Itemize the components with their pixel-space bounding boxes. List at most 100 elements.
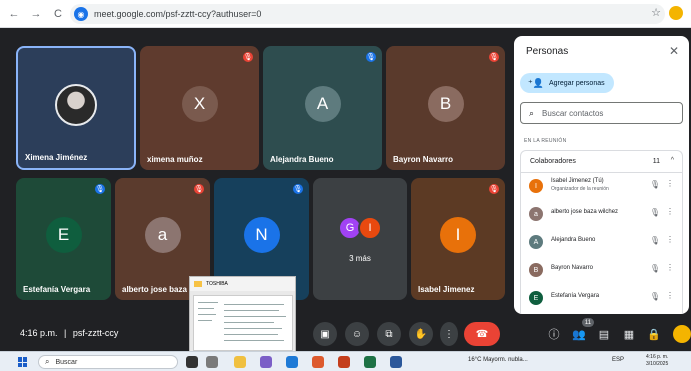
forward-icon[interactable]: → (28, 6, 44, 22)
captions-button[interactable]: ⧉ (377, 322, 401, 346)
tile-ximena-munoz[interactable]: 🎙 X ximena muñoz (140, 46, 259, 170)
group-header[interactable]: Colaboradores 11 ^ (521, 151, 682, 173)
info-icon[interactable]: ⓘ (546, 326, 562, 342)
profile-avatar[interactable] (669, 6, 683, 20)
participant-avatar: a (144, 217, 181, 253)
present-screen-button[interactable]: ▣ (313, 322, 337, 346)
leave-call-button[interactable]: ☎ (464, 322, 500, 346)
address-bar[interactable]: ◉ meet.google.com/psf-zztt-ccy?authuser=… (70, 4, 665, 24)
tile-ximena-jimenez[interactable]: Ximena Jiménez (16, 46, 136, 170)
language-indicator[interactable]: ESP (612, 357, 624, 363)
tile-estefania-vergara[interactable]: 🎙 E Estefanía Vergara (16, 178, 111, 300)
system-clock[interactable]: 4:16 p. m. 3/10/2025 (646, 354, 668, 368)
tile-name: Bayron Navarro (393, 155, 454, 164)
participant-role: Organizador de la reunión (551, 186, 609, 192)
more-options-button[interactable]: ⋮ (440, 322, 458, 346)
list-item[interactable]: B Bayron Navarro 🎙 ⋮ (521, 257, 682, 285)
preview-line (198, 308, 214, 309)
mic-off-icon: 🎙 (489, 52, 499, 62)
more-count: 3 más (349, 254, 371, 263)
mic-off-icon: 🎙 (489, 184, 499, 194)
participant-avatar: I (529, 179, 543, 193)
list-item[interactable]: I Isabel Jimenez (Tú) Organizador de la … (521, 173, 682, 201)
bookmark-star-icon[interactable]: ☆ (651, 6, 661, 19)
list-item[interactable]: a alberto jose baza wilchez 🎙 ⋮ (521, 201, 682, 229)
preview-line (198, 302, 218, 303)
search-icon: ⌕ (45, 357, 50, 366)
taskbar-thumbnail-preview[interactable]: TOSHIBA (189, 276, 296, 354)
group-count: 11 (652, 158, 660, 165)
host-controls-icon[interactable]: 🔒 (646, 326, 662, 342)
people-panel: Personas ✕ ⁺👤 Agregar personas ⌕ Buscar … (514, 36, 689, 314)
participant-avatar: X (181, 86, 218, 122)
back-icon[interactable]: ← (6, 6, 22, 22)
preview-line (224, 340, 284, 341)
tile-isabel-jimenez[interactable]: 🎙 I Isabel Jimenez (411, 178, 505, 300)
participant-name: Bayron Navarro (551, 265, 594, 271)
people-count-badge: 11 (582, 318, 594, 327)
more-options-icon[interactable]: ⋮ (666, 179, 674, 188)
list-item[interactable]: E Estefanía Vergara 🎙 ⋮ (521, 285, 682, 313)
participant-avatar: E (45, 217, 82, 253)
clock-time: 4:16 p. m. (646, 354, 669, 360)
participant-avatar: a (529, 207, 543, 221)
widgets-icon[interactable] (206, 356, 218, 368)
more-options-icon[interactable]: ⋮ (666, 207, 674, 216)
participant-name: alberto jose baza wilchez (551, 209, 619, 215)
url-text[interactable]: meet.google.com/psf-zztt-ccy?authuser=0 (94, 9, 261, 19)
more-options-icon[interactable]: ⋮ (666, 291, 674, 300)
more-options-icon[interactable]: ⋮ (666, 235, 674, 244)
people-icon[interactable]: 👥 (571, 326, 587, 342)
participant-avatar: A (304, 86, 341, 122)
chat-icon[interactable]: ▤ (596, 326, 612, 342)
tile-name: Alejandra Bueno (270, 155, 334, 164)
preview-line (224, 334, 278, 335)
word-icon[interactable] (390, 356, 402, 368)
participant-avatar: I (440, 217, 476, 253)
collaborators-group: Colaboradores 11 ^ I Isabel Jimenez (Tú)… (520, 150, 683, 314)
taskbar-search-label: Buscar (55, 358, 78, 366)
section-label: EN LA REUNIÓN (524, 138, 567, 144)
preview-line (224, 328, 282, 329)
chrome-icon[interactable] (312, 356, 324, 368)
chevron-up-icon[interactable]: ^ (671, 157, 674, 164)
site-info-icon[interactable]: ◉ (74, 7, 88, 21)
mic-off-icon: 🎙 (243, 52, 253, 62)
task-view-icon[interactable] (186, 356, 198, 368)
preview-line (198, 320, 212, 321)
powerpoint-icon[interactable] (338, 356, 350, 368)
file-explorer-icon[interactable] (234, 356, 246, 368)
list-item[interactable]: A Alejandra Bueno 🎙 ⋮ (521, 229, 682, 257)
search-contacts-input[interactable]: ⌕ Buscar contactos (520, 102, 683, 124)
app-icon[interactable] (260, 356, 272, 368)
participant-avatar: N (243, 217, 280, 253)
add-people-label: Agregar personas (548, 79, 605, 87)
raise-hand-button[interactable]: ✋ (409, 322, 433, 346)
excel-icon[interactable] (364, 356, 376, 368)
close-icon[interactable]: ✕ (669, 44, 679, 58)
tile-name: Estefanía Vergara (23, 285, 91, 294)
extension-icon[interactable] (673, 325, 691, 343)
weather-widget[interactable]: 16°C Mayorm. nubla... (468, 357, 528, 363)
meet-stage: Ximena Jiménez 🎙 X ximena muñoz 🎙 A Alej… (0, 28, 510, 318)
mic-off-icon: 🎙 (649, 236, 660, 245)
more-options-icon[interactable]: ⋮ (666, 263, 674, 272)
tile-name: alberto jose baza (122, 285, 187, 294)
windows-start-icon[interactable] (18, 357, 28, 367)
reload-icon[interactable]: C (50, 6, 66, 22)
mic-off-icon: 🎙 (293, 184, 303, 194)
tile-more-participants[interactable]: G I 3 más (313, 178, 407, 300)
preview-line (224, 316, 286, 317)
edge-icon[interactable] (286, 356, 298, 368)
taskbar-search[interactable]: ⌕ Buscar (38, 355, 178, 369)
emoji-button[interactable]: ☺ (345, 322, 369, 346)
activities-icon[interactable]: ▦ (621, 326, 637, 342)
mic-off-icon: 🎙 (366, 52, 376, 62)
participant-avatar: B (427, 86, 464, 122)
search-icon: ⌕ (529, 107, 535, 118)
tile-bayron-navarro[interactable]: 🎙 B Bayron Navarro (386, 46, 505, 170)
tile-name: Ximena Jiménez (25, 153, 88, 162)
add-people-button[interactable]: ⁺👤 Agregar personas (520, 73, 614, 93)
participant-name: Estefanía Vergara (551, 293, 600, 299)
tile-alejandra-bueno[interactable]: 🎙 A Alejandra Bueno (263, 46, 382, 170)
